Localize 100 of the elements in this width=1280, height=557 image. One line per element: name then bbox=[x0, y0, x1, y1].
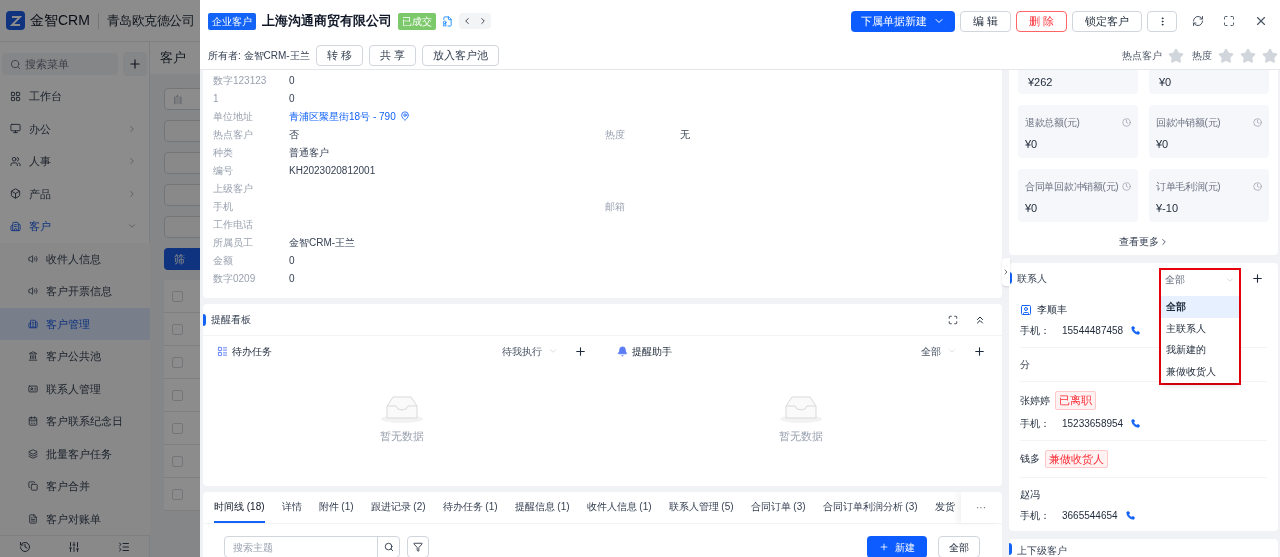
field-label: 种类 bbox=[213, 145, 234, 160]
field-label: 编号 bbox=[213, 163, 234, 178]
row-checkbox[interactable] bbox=[172, 488, 183, 500]
tab[interactable]: 提醒信息 (1) bbox=[514, 492, 570, 523]
contact-name[interactable]: 分 bbox=[1020, 357, 1030, 372]
contact-filter-select[interactable]: 全部 bbox=[1161, 270, 1239, 289]
filter-icon bbox=[413, 542, 423, 552]
field-label: 上级客户 bbox=[213, 181, 254, 196]
star-icon bbox=[1240, 47, 1256, 64]
caret-icon bbox=[127, 123, 137, 134]
phone-icon[interactable] bbox=[1125, 511, 1135, 520]
field-value: 0 bbox=[289, 73, 295, 88]
row-checkbox[interactable] bbox=[172, 455, 183, 467]
contact-name[interactable]: 钱多 bbox=[1020, 451, 1040, 467]
phone-label: 手机： bbox=[1020, 324, 1051, 338]
row-checkbox[interactable] bbox=[172, 323, 183, 335]
filter-button[interactable]: 筛 bbox=[164, 248, 200, 270]
speaker-icon bbox=[28, 286, 38, 297]
refresh-icon[interactable] bbox=[1192, 15, 1204, 27]
row-checkbox[interactable] bbox=[172, 290, 183, 302]
contact-name[interactable]: 李顺丰 bbox=[1037, 302, 1067, 317]
menu-item[interactable]: 人事 bbox=[0, 145, 149, 178]
see-more-link[interactable]: 查看更多 bbox=[1118, 234, 1169, 249]
more-tabs-button[interactable]: ··· bbox=[961, 492, 1001, 523]
tab[interactable]: 合同订单 (3) bbox=[750, 492, 806, 523]
monitor-icon bbox=[10, 123, 21, 135]
id-card-icon bbox=[28, 383, 38, 394]
more-button[interactable] bbox=[1147, 10, 1177, 32]
lock-customer-button[interactable]: 锁定客户 bbox=[1072, 10, 1142, 32]
star-icon bbox=[1218, 47, 1234, 64]
plus-icon bbox=[879, 542, 889, 552]
clock-icon bbox=[1122, 118, 1131, 127]
search-input[interactable]: 搜索主题 bbox=[225, 537, 377, 557]
create-document-button[interactable]: 下属单据新建 bbox=[850, 10, 955, 32]
add-icon[interactable] bbox=[573, 344, 587, 358]
menu-item[interactable]: 办公 bbox=[0, 112, 149, 145]
menu-item[interactable]: 客户 bbox=[0, 210, 149, 243]
tab[interactable]: 附件 (1) bbox=[318, 492, 354, 523]
menu-item[interactable]: 工作台 bbox=[0, 80, 149, 113]
dropdown-option[interactable]: 兼做收货人 bbox=[1161, 360, 1239, 382]
owner-action-button[interactable]: 放入客户池 bbox=[421, 45, 499, 66]
tab[interactable]: 详情 bbox=[281, 492, 302, 523]
menu-search-field[interactable]: 搜索菜单 bbox=[2, 53, 119, 75]
add-icon[interactable] bbox=[1251, 272, 1264, 285]
owner-action-button[interactable]: 转 移 bbox=[315, 45, 363, 66]
row-checkbox[interactable] bbox=[172, 356, 183, 368]
fullscreen-icon[interactable] bbox=[1223, 15, 1235, 27]
filter-select[interactable]: 全部 bbox=[921, 343, 957, 359]
star-toggle-icon[interactable] bbox=[1168, 47, 1184, 64]
filter-select[interactable]: 待我执行 bbox=[501, 343, 558, 359]
dropdown-option[interactable]: 我新建的 bbox=[1161, 339, 1239, 361]
add-icon[interactable] bbox=[973, 344, 986, 358]
add-button[interactable] bbox=[123, 52, 147, 76]
menu-fold-icon[interactable] bbox=[118, 540, 131, 553]
new-button[interactable]: 新建 bbox=[867, 536, 927, 557]
field-value: 否 bbox=[289, 127, 299, 142]
dropdown-option[interactable]: 主联系人 bbox=[1161, 317, 1239, 339]
filter-button[interactable] bbox=[407, 536, 429, 557]
tab[interactable]: 收件人信息 (1) bbox=[586, 492, 652, 523]
location-icon[interactable] bbox=[399, 111, 410, 121]
field-label: 手机 bbox=[213, 199, 234, 214]
phone-icon[interactable] bbox=[1131, 326, 1141, 335]
company-name: 青岛欧克德公司 bbox=[106, 11, 195, 30]
fullscreen-icon[interactable] bbox=[948, 314, 958, 325]
contact-name[interactable]: 赵冯 bbox=[1020, 487, 1040, 502]
stat-label: 订单毛利润(元) bbox=[1156, 180, 1221, 194]
phone-number: 15233658954 bbox=[1062, 416, 1124, 431]
search-field[interactable]: 搜索主题 bbox=[224, 536, 400, 557]
chevron-left-icon bbox=[462, 16, 472, 26]
menu-item[interactable]: 产品 bbox=[0, 177, 149, 210]
stat-label: 退款总额(元) bbox=[1025, 116, 1080, 130]
contact-name[interactable]: 张婷婷 bbox=[1020, 392, 1050, 408]
tab[interactable]: 发货 bbox=[934, 492, 955, 523]
delete-button[interactable]: 删 除 bbox=[1015, 10, 1067, 32]
tab[interactable]: 合同订单利润分析 (3) bbox=[822, 492, 918, 523]
owner-action-button[interactable]: 共 享 bbox=[368, 45, 416, 66]
star-rating[interactable] bbox=[1218, 47, 1278, 64]
row-checkbox[interactable] bbox=[172, 422, 183, 434]
field-label: 1 bbox=[213, 91, 220, 106]
sliders-icon[interactable] bbox=[68, 540, 81, 553]
tab[interactable]: 时间线 (18) bbox=[214, 492, 265, 523]
grid-icon bbox=[10, 90, 21, 102]
status-tag: 已成交 bbox=[398, 12, 436, 30]
cube-icon bbox=[10, 188, 21, 200]
section-title: 联系人 bbox=[1017, 271, 1047, 286]
menu-search-input[interactable]: 搜索菜单 bbox=[25, 55, 105, 73]
hot-customer-label: 热点客户 bbox=[1122, 49, 1162, 63]
phone-icon[interactable] bbox=[1131, 418, 1141, 428]
edit-button[interactable]: 编 辑 bbox=[959, 10, 1011, 32]
tab[interactable]: 跟进记录 (2) bbox=[370, 492, 426, 523]
tab[interactable]: 待办任务 (1) bbox=[442, 492, 498, 523]
dropdown-option[interactable]: 全部 bbox=[1161, 296, 1239, 318]
document-icon[interactable] bbox=[442, 15, 453, 27]
tab[interactable]: 联系人管理 (5) bbox=[668, 492, 734, 523]
collapse-handle[interactable] bbox=[1002, 258, 1010, 286]
row-checkbox[interactable] bbox=[172, 389, 183, 401]
address-link[interactable]: 青浦区聚星街18号 - 790 bbox=[289, 108, 396, 124]
filter-select[interactable]: 全部 bbox=[938, 536, 980, 557]
close-icon[interactable] bbox=[1254, 14, 1268, 28]
history-icon[interactable] bbox=[18, 540, 31, 553]
